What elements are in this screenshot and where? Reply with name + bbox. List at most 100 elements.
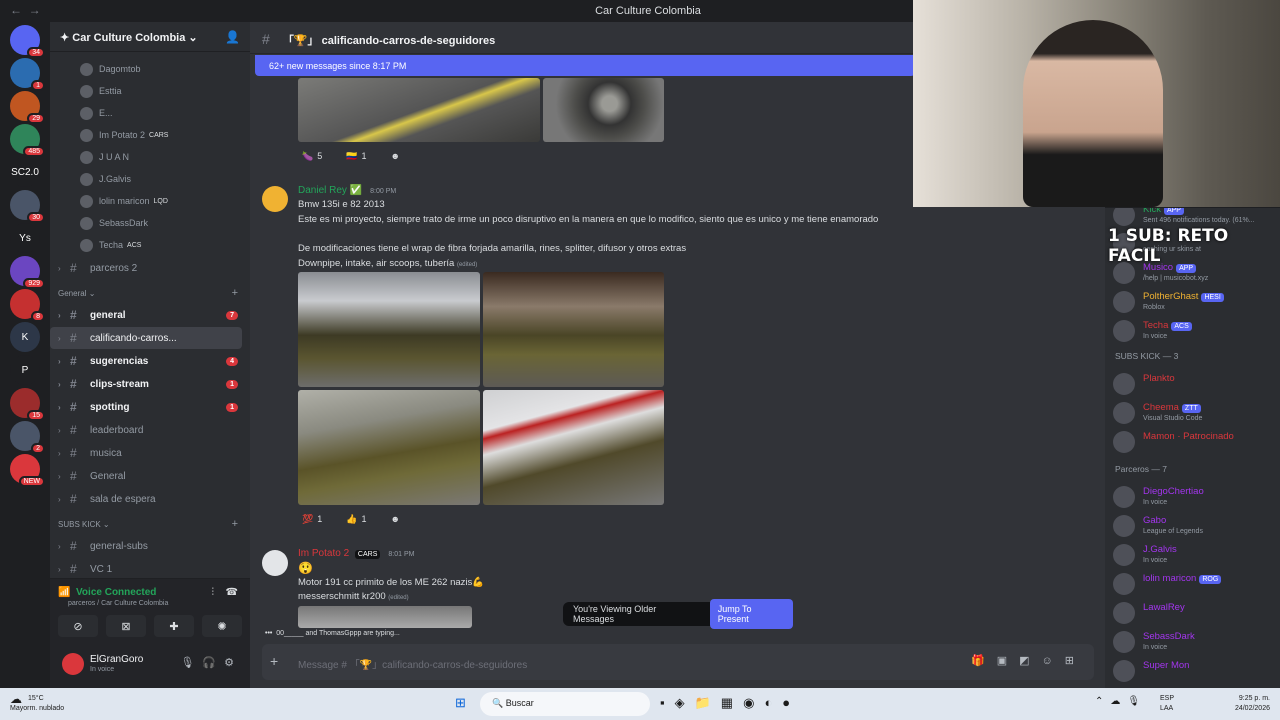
- reaction-button[interactable]: 👍 1: [346, 514, 378, 525]
- member-item[interactable]: DiegoChertiao In voice: [1113, 484, 1273, 512]
- voice-member[interactable]: Dagomtob: [50, 58, 250, 80]
- file-explorer-icon[interactable]: 📁: [695, 695, 721, 710]
- reaction-button[interactable]: 🇨🇴 1: [346, 151, 378, 162]
- mute-icon[interactable]: 🎙: [180, 657, 202, 669]
- signal-icon[interactable]: 📶: [58, 587, 70, 598]
- channel-item[interactable]: › # general-subs: [50, 535, 242, 557]
- attachment-image[interactable]: [298, 390, 480, 505]
- windows-start-icon[interactable]: ⊞: [455, 695, 466, 711]
- voice-member[interactable]: Esttia: [50, 80, 250, 102]
- camera-off-icon[interactable]: ⊘: [58, 615, 98, 637]
- composer-placeholder[interactable]: Message # 「🏆」calificando-carros-de-segui…: [298, 656, 527, 671]
- attachment-image[interactable]: [298, 606, 472, 628]
- attachment-image[interactable]: [483, 272, 664, 387]
- copilot-icon[interactable]: ◈: [675, 695, 695, 710]
- server-icon[interactable]: 485: [10, 124, 45, 157]
- author-name[interactable]: Daniel Rey: [298, 185, 347, 196]
- member-item[interactable]: LawalRey: [1113, 600, 1273, 628]
- avatar[interactable]: [62, 653, 84, 675]
- voice-member[interactable]: E...: [50, 102, 250, 124]
- activities-icon[interactable]: ✚: [154, 615, 194, 637]
- channel-item[interactable]: › # general 7: [50, 304, 242, 326]
- voice-member[interactable]: J.Galvis: [50, 168, 250, 190]
- member-item[interactable]: Cheema ZTT Visual Studio Code: [1113, 400, 1273, 428]
- voice-member[interactable]: lolin maricon LQD: [50, 190, 250, 212]
- voice-status[interactable]: Voice Connected: [76, 587, 156, 598]
- attachment-image[interactable]: [483, 390, 664, 505]
- add-channel-icon[interactable]: +: [232, 518, 238, 530]
- server-icon[interactable]: 1: [10, 58, 45, 91]
- channel-item[interactable]: › # VC 1: [50, 558, 242, 580]
- server-icon[interactable]: P: [10, 355, 40, 385]
- add-reaction-icon[interactable]: ☻: [390, 151, 399, 161]
- app-icon[interactable]: ●: [782, 695, 800, 710]
- message-composer[interactable]: + Message # 「🏆」calificando-carros-de-seg…: [262, 644, 1094, 680]
- channel-item[interactable]: › # General: [50, 465, 242, 487]
- discord-icon[interactable]: ◐: [764, 695, 782, 710]
- sticker-icon[interactable]: ◩: [1019, 655, 1041, 667]
- cloud-icon[interactable]: ☁: [1110, 696, 1127, 707]
- disconnect-icon[interactable]: ☎: [226, 587, 238, 598]
- weather-widget[interactable]: ☁ 15°C Mayorm. nublado: [10, 693, 64, 714]
- server-icon[interactable]: 929: [10, 256, 45, 289]
- server-icon[interactable]: 2: [10, 421, 45, 454]
- attachment-image[interactable]: [298, 272, 480, 387]
- message-author[interactable]: Daniel Rey ✅ 8:00 PM: [298, 185, 396, 196]
- reaction-button[interactable]: 🍆 5: [302, 151, 334, 162]
- gif-icon[interactable]: ▣: [997, 655, 1019, 667]
- apps-icon[interactable]: ⊞: [1065, 655, 1086, 667]
- reaction-button[interactable]: 💯 1: [302, 514, 334, 525]
- excel-icon[interactable]: ▦: [721, 695, 743, 710]
- avatar[interactable]: [262, 550, 288, 576]
- server-icon[interactable]: 15: [10, 388, 45, 421]
- server-icon[interactable]: Ys: [10, 223, 40, 253]
- channel-item[interactable]: › # spotting 1: [50, 396, 242, 418]
- member-item[interactable]: PoltherGhast HESI Roblox: [1113, 289, 1273, 317]
- server-icon[interactable]: 30: [10, 190, 45, 223]
- category-general[interactable]: General ⌄ +: [50, 279, 250, 303]
- clock[interactable]: 9:25 p. m. 24/02/2026: [1235, 694, 1270, 714]
- voice-location[interactable]: parceros / Car Culture Colombia: [68, 600, 168, 607]
- channel-item[interactable]: › # parceros 2: [50, 257, 242, 279]
- server-icon[interactable]: NEW: [10, 454, 45, 487]
- avatar[interactable]: [262, 186, 288, 212]
- new-messages-bar[interactable]: 62+ new messages since 8:17 PM: [255, 55, 915, 76]
- server-icon[interactable]: K: [10, 322, 40, 352]
- add-reaction-icon[interactable]: ☻: [390, 514, 399, 524]
- server-icon[interactable]: 29: [10, 91, 45, 124]
- channel-item[interactable]: › # sugerencias 4: [50, 350, 242, 372]
- settings-gear-icon[interactable]: ⚙: [224, 657, 242, 669]
- headphones-icon[interactable]: 🎧: [202, 657, 224, 669]
- soundboard-icon[interactable]: ✺: [202, 615, 242, 637]
- chrome-icon[interactable]: ◉: [743, 695, 764, 710]
- member-item[interactable]: lolin maricon ROG: [1113, 571, 1273, 599]
- member-item[interactable]: Plankto: [1113, 371, 1273, 399]
- member-item[interactable]: SebassDark In voice: [1113, 629, 1273, 657]
- jump-to-present-button[interactable]: Jump To Present: [709, 599, 793, 629]
- emoji-icon[interactable]: ☺: [1042, 655, 1065, 667]
- add-channel-icon[interactable]: +: [232, 287, 238, 299]
- category-subs[interactable]: SUBS KICK ⌄ +: [50, 510, 250, 534]
- server-icon[interactable]: SC2.0: [10, 157, 40, 187]
- noise-suppression-icon[interactable]: ⫶: [212, 587, 215, 598]
- voice-member[interactable]: Techa ACS: [50, 234, 250, 256]
- channel-item[interactable]: › # musica: [50, 442, 242, 464]
- member-item[interactable]: Super Mon: [1113, 658, 1273, 686]
- attach-plus-icon[interactable]: +: [270, 653, 278, 669]
- screen-share-icon[interactable]: ⊠: [106, 615, 146, 637]
- taskbar-search[interactable]: 🔍 Buscar: [480, 692, 650, 716]
- message-author[interactable]: Im Potato 2 CARS 8:01 PM: [298, 548, 414, 559]
- chevron-up-icon[interactable]: ⌃: [1095, 696, 1110, 707]
- language-indicator[interactable]: ESP LAA: [1160, 694, 1174, 714]
- gift-icon[interactable]: 🎁: [971, 655, 997, 667]
- server-icon[interactable]: 8: [10, 289, 45, 322]
- member-item[interactable]: Gabo League of Legends: [1113, 513, 1273, 541]
- mic-icon[interactable]: 🎙: [1127, 696, 1147, 707]
- invite-icon[interactable]: 👤: [225, 30, 240, 44]
- server-header[interactable]: ✦ Car Culture Colombia ⌄ 👤: [50, 22, 250, 52]
- member-item[interactable]: J.Galvis In voice: [1113, 542, 1273, 570]
- member-item[interactable]: Mamon · Patrocinado: [1113, 429, 1273, 457]
- username[interactable]: ElGranGoro: [90, 654, 143, 665]
- task-view-icon[interactable]: ▪: [660, 695, 675, 710]
- server-icon[interactable]: 34: [10, 25, 45, 58]
